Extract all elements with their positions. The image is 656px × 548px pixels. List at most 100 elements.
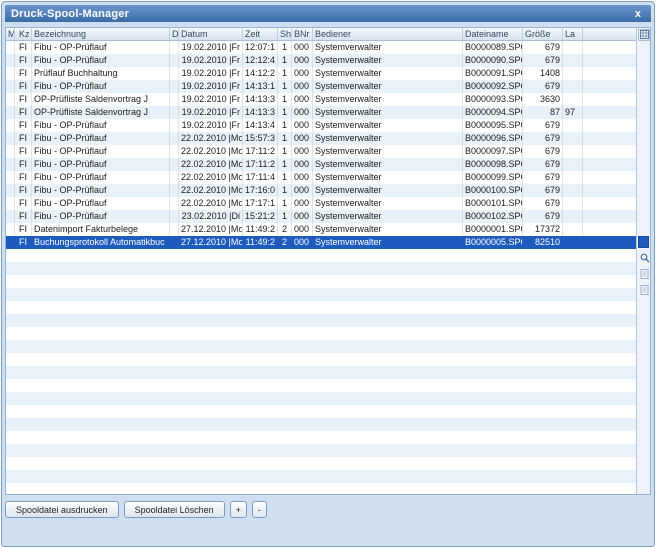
cell-groesse: 17372: [523, 223, 563, 236]
cell-filler: [583, 145, 636, 158]
table-row[interactable]: FIFibu - OP-Prüflauf19.02.2010 |Fr14:13:…: [6, 80, 636, 93]
cell-filler: [583, 210, 636, 223]
cell-bn: 000: [292, 106, 313, 119]
cell-filler: [583, 106, 636, 119]
cell-kz: FI: [15, 171, 32, 184]
table-row[interactable]: FIBuchungsprotokoll Automatikbuc 27.12.20…: [6, 236, 636, 249]
cell-kz: FI: [15, 132, 32, 145]
cell-d: [170, 210, 179, 223]
column-header-la[interactable]: La: [563, 28, 583, 40]
table-row[interactable]: FIFibu - OP-Prüflauf22.02.2010 |Mo15:57:…: [6, 132, 636, 145]
table-row[interactable]: FIFibu - OP-Prüflauf22.02.2010 |Mo17:11:…: [6, 171, 636, 184]
cell-shr: 1: [278, 93, 292, 106]
cell-shr: 1: [278, 54, 292, 67]
cell-filler: [583, 197, 636, 210]
cell-groesse: 679: [523, 41, 563, 54]
cell-kz: FI: [15, 93, 32, 106]
column-header-bezeichnung[interactable]: Bezeichnung: [32, 28, 170, 40]
cell-datum: 19.02.2010 |Fr: [179, 80, 243, 93]
cell-filler: [583, 119, 636, 132]
titlebar[interactable]: Druck-Spool-Manager x: [5, 5, 651, 22]
empty-row: [6, 301, 636, 314]
cell-bn: 000: [292, 132, 313, 145]
column-header-groesse[interactable]: Größe: [523, 28, 563, 40]
cell-m: [6, 236, 15, 249]
column-header-kz[interactable]: Kz: [15, 28, 32, 40]
cell-datum: 22.02.2010 |Mo: [179, 158, 243, 171]
cell-shr: 1: [278, 41, 292, 54]
cell-m: [6, 184, 15, 197]
cell-filler: [583, 223, 636, 236]
cell-datum: 19.02.2010 |Fr: [179, 54, 243, 67]
cell-bezeichnung: Fibu - OP-Prüflauf: [32, 184, 170, 197]
cell-bediener: Systemverwalter: [313, 119, 463, 132]
table-row[interactable]: FIFibu - OP-Prüflauf22.02.2010 |Mo17:17:…: [6, 197, 636, 210]
cell-dateiname: B0000101.SPO: [463, 197, 523, 210]
cell-shr: 1: [278, 80, 292, 93]
cell-bediener: Systemverwalter: [313, 223, 463, 236]
close-button[interactable]: x: [631, 8, 645, 20]
cell-kz: FI: [15, 223, 32, 236]
column-header-datum[interactable]: Datum: [179, 28, 243, 40]
plus-button[interactable]: +: [230, 501, 247, 518]
cell-datum: 27.12.2010 |Mo: [179, 236, 243, 249]
cell-bn: 000: [292, 119, 313, 132]
cell-groesse: 679: [523, 158, 563, 171]
tool-button-1[interactable]: [639, 269, 650, 281]
window-title: Druck-Spool-Manager: [11, 8, 631, 20]
cell-bediener: Systemverwalter: [313, 132, 463, 145]
table-row[interactable]: FIFibu - OP-Prüflauf22.02.2010 |Mo17:16:…: [6, 184, 636, 197]
cell-zeit: 14:12:2: [243, 67, 278, 80]
cell-bn: 000: [292, 236, 313, 249]
cell-zeit: 17:16:0: [243, 184, 278, 197]
minus-button[interactable]: -: [252, 501, 267, 518]
cell-groesse: 679: [523, 210, 563, 223]
delete-spool-button[interactable]: Spooldatei Löschen: [124, 501, 225, 518]
table-row[interactable]: FIFibu - OP-Prüflauf22.02.2010 |Mo17:11:…: [6, 158, 636, 171]
column-options-button[interactable]: [638, 29, 650, 41]
column-header-m[interactable]: M: [6, 28, 15, 40]
cell-bediener: Systemverwalter: [313, 80, 463, 93]
table-row[interactable]: FIFibu - OP-Prüflauf19.02.2010 |Fr12:12:…: [6, 54, 636, 67]
cell-groesse: 679: [523, 54, 563, 67]
empty-row: [6, 353, 636, 366]
cell-filler: [583, 80, 636, 93]
cell-shr: 1: [278, 210, 292, 223]
cell-bezeichnung: Buchungsprotokoll Automatikbuc: [32, 236, 170, 249]
table-row[interactable]: FIFibu - OP-Prüflauf19.02.2010 |Fr12:07:…: [6, 41, 636, 54]
column-header-bediener[interactable]: Bediener: [313, 28, 463, 40]
cell-shr: 2: [278, 236, 292, 249]
empty-row: [6, 418, 636, 431]
cell-kz: FI: [15, 236, 32, 249]
column-header-d[interactable]: D: [170, 28, 179, 40]
table-row[interactable]: FIFibu - OP-Prüflauf23.02.2010 |Di15:21:…: [6, 210, 636, 223]
spool-file-table: MKzBezeichnungDDatumZeitShrBNrBedienerDa…: [5, 27, 651, 495]
column-header-bn[interactable]: BNr: [292, 28, 313, 40]
table-row[interactable]: FIOP-Prüfliste Saldenvortrag J19.02.2010…: [6, 106, 636, 119]
cell-datum: 22.02.2010 |Mo: [179, 171, 243, 184]
cell-la: [563, 67, 583, 80]
cell-zeit: 12:07:1: [243, 41, 278, 54]
empty-row: [6, 392, 636, 405]
cell-la: [563, 93, 583, 106]
cell-bezeichnung: Fibu - OP-Prüflauf: [32, 158, 170, 171]
column-header-zeit[interactable]: Zeit: [243, 28, 278, 40]
search-button[interactable]: [639, 253, 650, 265]
column-header-dateiname[interactable]: Dateiname: [463, 28, 523, 40]
table-row[interactable]: FIFibu - OP-Prüflauf19.02.2010 |Fr14:13:…: [6, 119, 636, 132]
cell-datum: 22.02.2010 |Mo: [179, 197, 243, 210]
print-spool-button[interactable]: Spooldatei ausdrucken: [5, 501, 119, 518]
table-row[interactable]: FIFibu - OP-Prüflauf22.02.2010 |Mo17:11:…: [6, 145, 636, 158]
scrollbar-thumb[interactable]: [638, 236, 649, 248]
table-row[interactable]: FIPrüflauf Buchhaltung19.02.2010 |Fr14:1…: [6, 67, 636, 80]
cell-la: [563, 184, 583, 197]
cell-bn: 000: [292, 145, 313, 158]
cell-groesse: 1408: [523, 67, 563, 80]
tool-button-2[interactable]: [639, 285, 650, 297]
cell-datum: 19.02.2010 |Fr: [179, 41, 243, 54]
column-header-shr[interactable]: Shr: [278, 28, 292, 40]
cell-m: [6, 106, 15, 119]
table-row[interactable]: FIOP-Prüfliste Saldenvortrag J19.02.2010…: [6, 93, 636, 106]
table-row[interactable]: FIDatenimport Fakturbelege27.12.2010 |Mo…: [6, 223, 636, 236]
cell-bn: 000: [292, 80, 313, 93]
